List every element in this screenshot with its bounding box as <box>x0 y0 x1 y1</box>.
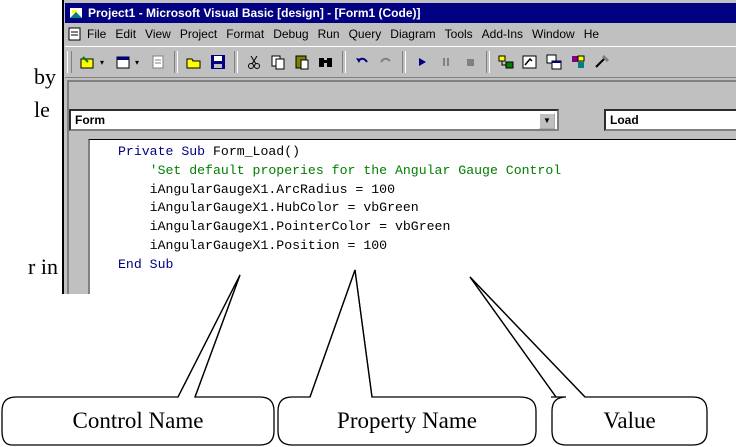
control-name-label: Control Name <box>72 408 204 433</box>
value-label: Value <box>603 408 656 433</box>
callout-diagram <box>1 269 708 446</box>
property-name-label: Property Name <box>337 408 477 433</box>
